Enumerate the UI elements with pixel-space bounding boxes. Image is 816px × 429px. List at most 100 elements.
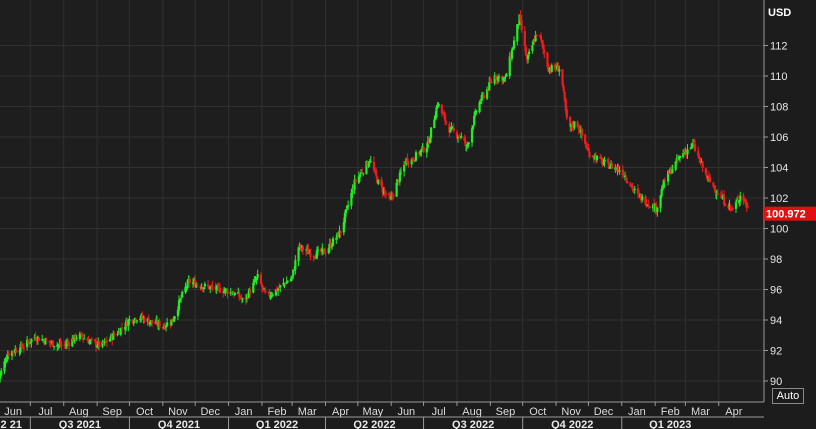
y-tick-label: 94: [770, 315, 782, 327]
candle-body-up: [83, 338, 86, 340]
candle-body-up: [186, 280, 189, 289]
candle-body-down: [647, 204, 650, 206]
candle-body-up: [475, 111, 478, 113]
candle-body-down: [158, 321, 161, 328]
candle-body-up: [403, 164, 406, 172]
candle-body-down: [7, 353, 10, 356]
x-month-label: Jan: [628, 406, 646, 418]
candle-body-up: [550, 65, 553, 72]
candle-body-down: [523, 31, 526, 47]
candle-body-up: [435, 107, 438, 117]
candle-body-down: [621, 169, 624, 176]
x-quarter-label: Q2 21: [0, 419, 22, 429]
candle-body-up: [277, 288, 280, 291]
candle-body-down: [188, 278, 191, 284]
x-quarter-label: Q3 2022: [452, 419, 494, 429]
candle-body-up: [316, 249, 320, 251]
candle-body-up: [508, 56, 511, 77]
candle-body-down: [51, 340, 55, 347]
x-month-label: Dec: [200, 406, 220, 418]
candle-body-down: [693, 144, 697, 151]
x-month-label: Nov: [561, 406, 581, 418]
candle-body-down: [580, 128, 584, 136]
candle-body-down: [648, 206, 651, 208]
y-tick-label: 108: [770, 102, 788, 114]
x-month-label: Oct: [529, 406, 546, 418]
candle-body-up: [430, 127, 433, 138]
candle-body-up: [271, 294, 274, 296]
candle-body-up: [30, 338, 33, 343]
candle-body-down: [105, 340, 108, 343]
candle-body-up: [595, 155, 599, 160]
candle-body-down: [422, 146, 425, 153]
candle-body-up: [414, 152, 418, 161]
candle-body-down: [610, 163, 614, 169]
candle-body-up: [460, 135, 463, 138]
x-month-label: Feb: [268, 406, 287, 418]
candle-body-down: [309, 252, 312, 258]
x-axis-month-ticks: Jun Jul Aug Sep Oct Nov Dec Jan Feb Mar Apr May Jun J…: [4, 402, 743, 418]
candle-body-up: [256, 274, 259, 278]
candle-body-up: [362, 173, 365, 175]
y-tick-label: 100: [770, 224, 788, 236]
candle-body-down: [90, 338, 93, 340]
candle-body-up: [662, 179, 665, 188]
candle-body-up: [686, 149, 689, 155]
candle-body-up: [641, 196, 644, 201]
candle-body-up: [528, 51, 531, 55]
x-month-label: Apr: [725, 406, 742, 418]
candle-body-up: [467, 142, 470, 144]
x-month-label: Aug: [462, 406, 482, 418]
candle-body-up: [286, 281, 289, 283]
candle-body-up: [739, 195, 742, 201]
candle-body-down: [565, 109, 568, 118]
candle-body-down: [407, 162, 410, 164]
candle-body-down: [339, 231, 342, 234]
candle-body-up: [377, 179, 380, 184]
auto-scale-button[interactable]: Auto: [772, 388, 804, 404]
x-month-label: Feb: [661, 406, 680, 418]
candle-body-down: [68, 343, 71, 346]
candle-body-down: [218, 287, 222, 293]
x-quarter-label: Q2 2022: [353, 419, 395, 429]
x-month-label: Oct: [136, 406, 153, 418]
candle-body-down: [60, 345, 63, 347]
candle-body-down: [324, 252, 327, 254]
y-tick-label: 102: [770, 193, 788, 205]
y-tick-label: 90: [770, 376, 782, 388]
candle-body-down: [626, 180, 629, 183]
candle-body-down: [354, 179, 357, 182]
candle-body-down: [22, 347, 25, 349]
candle-body-up: [678, 156, 682, 159]
candle-body-up: [358, 174, 362, 178]
candle-body-down: [701, 161, 704, 168]
candle-body-up: [166, 322, 169, 327]
x-month-label: Apr: [332, 406, 349, 418]
x-quarter-label: Q4 2021: [158, 419, 200, 429]
x-quarter-label: Q1 2022: [256, 419, 298, 429]
x-month-label: Sep: [102, 406, 122, 418]
candle-body-up: [233, 293, 237, 295]
x-month-label: Nov: [168, 406, 188, 418]
candle-body-up: [128, 319, 131, 321]
x-month-label: May: [363, 406, 384, 418]
x-quarter-label: Q3 2021: [59, 419, 101, 429]
candle-body-down: [445, 121, 448, 123]
x-month-label: Jul: [38, 406, 52, 418]
x-month-label: Mar: [298, 406, 317, 418]
candle-body-up: [52, 346, 56, 348]
y-tick-label: 92: [770, 346, 782, 358]
x-month-label: Dec: [594, 406, 614, 418]
candle-body-up: [497, 76, 501, 78]
candle-body-up: [347, 205, 350, 207]
candle-body-down: [264, 289, 267, 293]
candle-body-down: [80, 333, 84, 338]
candle-body-down: [482, 95, 485, 98]
candle-body-down: [143, 317, 146, 323]
candle-body-down: [731, 207, 734, 210]
candle-body-up: [180, 298, 183, 300]
candle-body-down: [452, 128, 455, 131]
y-tick-label: 112: [770, 41, 788, 53]
candle-body-down: [113, 334, 116, 336]
candle-body-down: [392, 195, 395, 197]
